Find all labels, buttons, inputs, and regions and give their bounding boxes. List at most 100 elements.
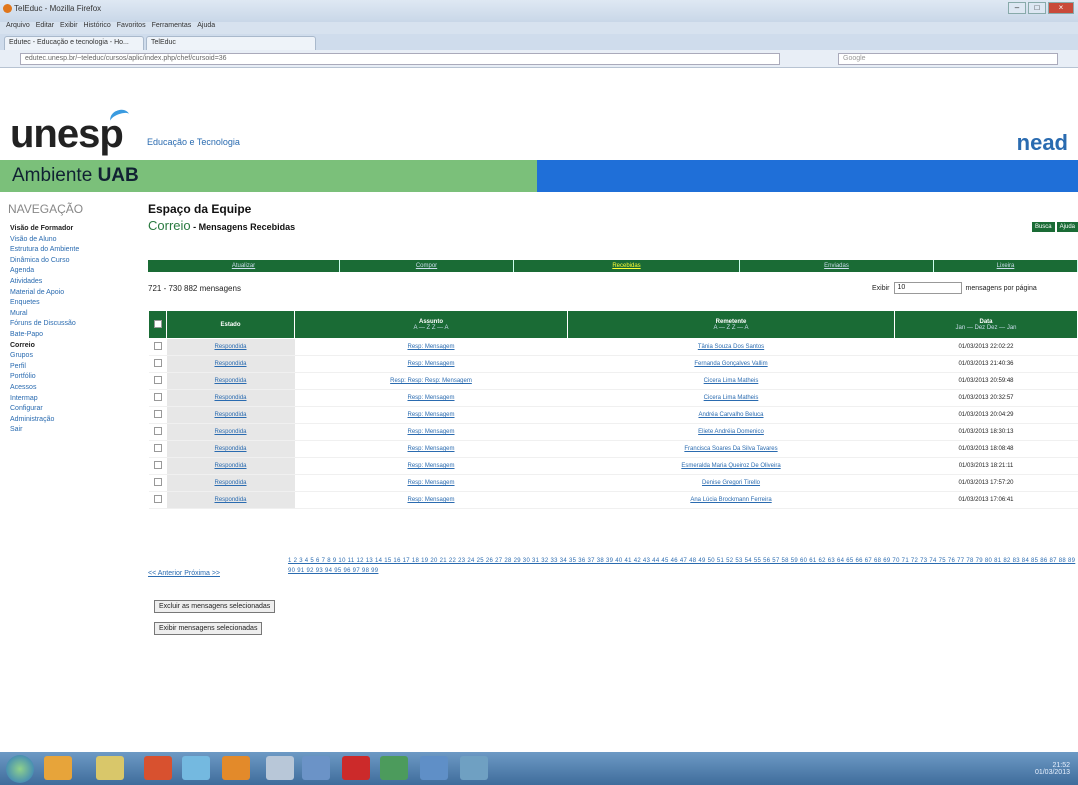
app-icon[interactable] <box>182 756 210 780</box>
remetente-link[interactable]: Francisca Soares Da Silva Tavares <box>684 446 777 452</box>
estado-cell[interactable]: Respondida <box>166 406 295 424</box>
assunto-header[interactable]: Assunto A — Z Z — A <box>294 310 568 339</box>
minimize-button[interactable]: – <box>1008 2 1026 14</box>
sidebar-item[interactable]: Sair <box>10 425 79 436</box>
show-selected-button[interactable]: Exibir mensagens selecionadas <box>154 622 263 635</box>
table-row[interactable]: Respondida Resp: Mensagem Francisca Soares… <box>148 440 1078 458</box>
assunto-cell[interactable]: Resp: Mensagem <box>294 423 568 441</box>
remetente-link[interactable]: Andréa Carvalho Beluca <box>698 412 763 418</box>
row-select[interactable] <box>148 440 167 458</box>
sidebar-item[interactable]: Agenda <box>10 266 79 277</box>
assunto-cell[interactable]: Resp: Mensagem <box>294 440 568 458</box>
estado-link[interactable]: Respondida <box>214 344 246 350</box>
row-select[interactable] <box>148 474 167 492</box>
nav-atualizar[interactable]: Atualizar <box>148 260 340 272</box>
sidebar-item[interactable]: Estrutura do Ambiente <box>10 245 79 256</box>
table-row[interactable]: Respondida Resp: Mensagem Denise Gregori T… <box>148 474 1078 492</box>
table-row[interactable]: Respondida Resp: Mensagem Tânia Souza Dos … <box>148 338 1078 356</box>
table-row[interactable]: Respondida Resp: Mensagem Cicera Lima Math… <box>148 389 1078 407</box>
remetente-cell[interactable]: Denise Gregori Tirello <box>567 474 895 492</box>
estado-cell[interactable]: Respondida <box>166 440 295 458</box>
nav-lixeira[interactable]: Lixeira <box>934 260 1078 272</box>
assunto-link[interactable]: Resp: Mensagem <box>407 497 454 503</box>
assunto-cell[interactable]: Resp: Mensagem <box>294 355 568 373</box>
menu-editar[interactable]: Editar <box>36 22 54 34</box>
remetente-link[interactable]: Esmeralda Maria Queiroz De Oliveira <box>681 463 780 469</box>
estado-link[interactable]: Respondida <box>214 361 246 367</box>
menu-historico[interactable]: Histórico <box>84 22 111 34</box>
assunto-link[interactable]: Resp: Mensagem <box>407 412 454 418</box>
table-row[interactable]: Respondida Resp: Mensagem Esmeralda Maria … <box>148 457 1078 475</box>
assunto-link[interactable]: Resp: Mensagem <box>407 429 454 435</box>
sidebar-item[interactable]: Material de Apoio <box>10 288 79 299</box>
sidebar-item[interactable]: Atividades <box>10 277 79 288</box>
table-row[interactable]: Respondida Resp: Mensagem Eliete Andréia D… <box>148 423 1078 441</box>
nav-enviadas[interactable]: Enviadas <box>740 260 934 272</box>
assunto-cell[interactable]: Resp: Mensagem <box>294 457 568 475</box>
assunto-link[interactable]: Resp: Resp: Resp: Mensagem <box>390 378 472 384</box>
estado-link[interactable]: Respondida <box>214 446 246 452</box>
remetente-header[interactable]: Remetente A — Z Z — A <box>567 310 895 339</box>
row-select[interactable] <box>148 372 167 390</box>
estado-cell[interactable]: Respondida <box>166 355 295 373</box>
table-row[interactable]: Respondida Resp: Mensagem Ana Lúcia Brockm… <box>148 491 1078 509</box>
tool-icon[interactable] <box>266 756 294 780</box>
sidebar-item[interactable]: Configurar <box>10 404 79 415</box>
per-page-select[interactable]: 10 <box>893 282 962 294</box>
row-checkbox[interactable] <box>153 342 162 350</box>
data-header[interactable]: Data Jan — Dez Dez — Jan <box>894 310 1078 339</box>
close-icon[interactable]: × <box>1048 2 1074 14</box>
assunto-sort[interactable]: A — Z Z — A <box>295 325 567 331</box>
estado-cell[interactable]: Respondida <box>166 372 295 390</box>
tab-teleduc[interactable]: TelEduc <box>146 36 316 50</box>
row-checkbox[interactable] <box>153 478 162 486</box>
data-sort[interactable]: Jan — Dez Dez — Jan <box>895 325 1077 331</box>
estado-link[interactable]: Respondida <box>214 395 246 401</box>
assunto-link[interactable]: Resp: Mensagem <box>407 480 454 486</box>
start-button-icon[interactable] <box>6 755 34 783</box>
sidebar-item[interactable]: Portfólio <box>10 372 79 383</box>
sidebar-item[interactable]: Fóruns de Discussão <box>10 319 79 330</box>
remetente-cell[interactable]: Andréa Carvalho Beluca <box>567 406 895 424</box>
remetente-link[interactable]: Eliete Andréia Domenico <box>698 429 764 435</box>
remetente-link[interactable]: Cicera Lima Matheis <box>704 395 759 401</box>
remetente-cell[interactable]: Eliete Andréia Domenico <box>567 423 895 441</box>
remetente-sort[interactable]: A — Z Z — A <box>568 325 894 331</box>
assunto-cell[interactable]: Resp: Resp: Resp: Mensagem <box>294 372 568 390</box>
sidebar-item[interactable]: Dinâmica do Curso <box>10 256 79 267</box>
assunto-link[interactable]: Resp: Mensagem <box>407 463 454 469</box>
ajuda-button[interactable]: Ajuda <box>1056 222 1078 232</box>
url-input[interactable]: edutec.unesp.br/~teleduc/cursos/aplic/in… <box>20 53 780 65</box>
estado-cell[interactable]: Respondida <box>166 389 295 407</box>
chrome-icon[interactable] <box>144 756 172 780</box>
remetente-cell[interactable]: Fernanda Gonçalves Vallim <box>567 355 895 373</box>
menu-favoritos[interactable]: Favoritos <box>117 22 146 34</box>
estado-cell[interactable]: Respondida <box>166 423 295 441</box>
remetente-cell[interactable]: Francisca Soares Da Silva Tavares <box>567 440 895 458</box>
nav-compor[interactable]: Compor <box>340 260 514 272</box>
menu-arquivo[interactable]: Arquivo <box>6 22 30 34</box>
row-select[interactable] <box>148 406 167 424</box>
estado-link[interactable]: Respondida <box>214 378 246 384</box>
select-all-checkbox[interactable] <box>153 319 162 328</box>
row-checkbox[interactable] <box>153 376 162 384</box>
assunto-link[interactable]: Resp: Mensagem <box>407 446 454 452</box>
network-icon[interactable] <box>460 756 488 780</box>
row-checkbox[interactable] <box>153 444 162 452</box>
table-row[interactable]: Respondida Resp: Mensagem Andréa Carvalho … <box>148 406 1078 424</box>
table-row[interactable]: Respondida Resp: Mensagem Fernanda Gonçalv… <box>148 355 1078 373</box>
table-row[interactable]: Respondida Resp: Resp: Resp: Mensagem Cice… <box>148 372 1078 390</box>
menu-ajuda[interactable]: Ajuda <box>197 22 215 34</box>
maximize-button[interactable]: □ <box>1028 2 1046 14</box>
remetente-link[interactable]: Cicera Lima Matheis <box>704 378 759 384</box>
remetente-cell[interactable]: Ana Lúcia Brockmann Ferreira <box>567 491 895 509</box>
menu-ferramentas[interactable]: Ferramentas <box>152 22 192 34</box>
remetente-cell[interactable]: Tânia Souza Dos Santos <box>567 338 895 356</box>
remetente-cell[interactable]: Cicera Lima Matheis <box>567 389 895 407</box>
sidebar-item[interactable]: Visão de Aluno <box>10 235 79 246</box>
assunto-cell[interactable]: Resp: Mensagem <box>294 474 568 492</box>
busca-button[interactable]: Busca <box>1031 222 1055 232</box>
remetente-link[interactable]: Denise Gregori Tirello <box>702 480 760 486</box>
row-checkbox[interactable] <box>153 410 162 418</box>
row-checkbox[interactable] <box>153 461 162 469</box>
